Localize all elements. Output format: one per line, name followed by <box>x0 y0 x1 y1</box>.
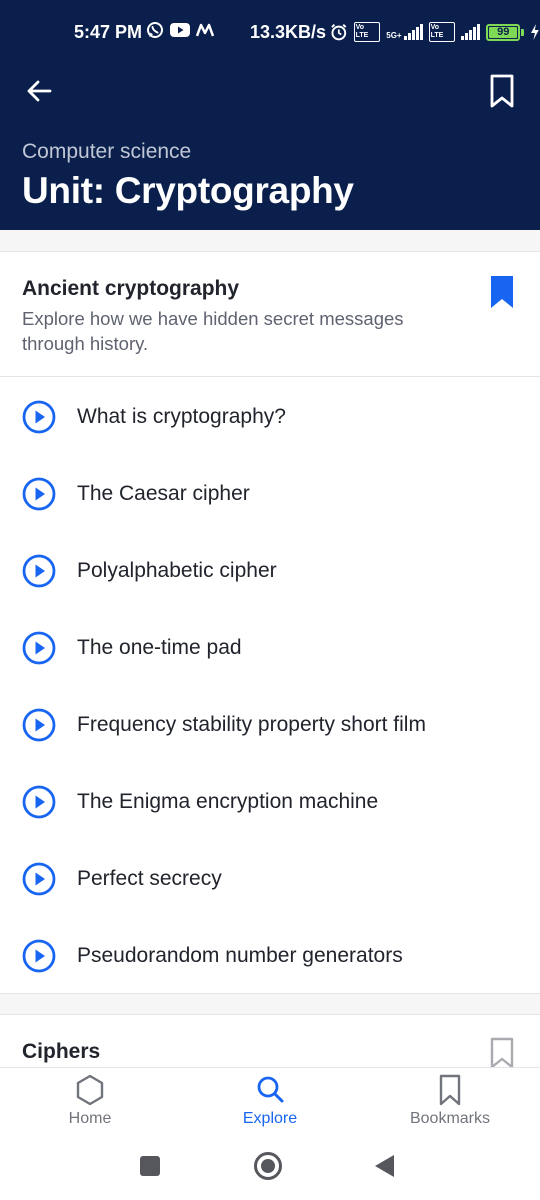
tab-bookmarks[interactable]: Bookmarks <box>360 1068 540 1136</box>
lesson-header: Ancient cryptography Explore how we have… <box>0 252 540 377</box>
alarm-icon <box>331 23 347 41</box>
play-circle-icon <box>22 785 56 818</box>
tab-label: Home <box>68 1110 112 1127</box>
charging-icon <box>531 24 540 40</box>
tab-explore[interactable]: Explore <box>180 1068 360 1136</box>
section-divider <box>0 993 540 1015</box>
lesson-item-label: The one-time pad <box>77 635 242 659</box>
play-circle-icon <box>22 862 56 895</box>
lesson-item[interactable]: Polyalphabetic cipher <box>0 532 540 609</box>
lesson-item[interactable]: The one-time pad <box>0 609 540 686</box>
status-bar: 5:47 PM 13.3KB/s Vo LTE 5G+ Vo LTE 99 <box>0 0 540 66</box>
status-time: 5:47 PM <box>74 22 143 42</box>
lesson-item-label: Pseudorandom number generators <box>77 943 403 967</box>
play-circle-icon <box>22 708 56 741</box>
lesson-item[interactable]: What is cryptography? <box>0 378 540 455</box>
play-circle-icon <box>22 939 56 972</box>
search-icon <box>257 1076 284 1103</box>
bookmark-filled-icon <box>491 276 513 308</box>
signal-bars <box>461 24 481 40</box>
youtube-icon <box>170 23 190 37</box>
page-title: Unit: Cryptography <box>22 170 354 211</box>
bottom-tab-bar: Home Explore Bookmarks <box>0 1067 540 1136</box>
lesson-title: Ancient cryptography <box>22 277 240 300</box>
network-speed: 13.3KB/s <box>250 22 327 42</box>
lesson-item[interactable]: Perfect secrecy <box>0 840 540 917</box>
bookmark-unit-button[interactable] <box>486 72 518 110</box>
section-divider <box>0 230 540 252</box>
bookmark-icon <box>439 1074 461 1106</box>
bookmark-outline-icon <box>490 1037 514 1069</box>
lesson-item[interactable]: The Caesar cipher <box>0 455 540 532</box>
play-circle-icon <box>22 631 56 664</box>
lesson-item-label: Perfect secrecy <box>77 866 222 890</box>
volte-badge: Vo LTE <box>353 22 381 42</box>
next-lesson-title: Ciphers <box>22 1040 101 1063</box>
recent-apps-button[interactable] <box>140 1156 160 1176</box>
home-button[interactable] <box>254 1152 282 1180</box>
system-navigation-bar <box>0 1136 540 1200</box>
volte-badge-2: Vo LTE <box>428 22 456 42</box>
lesson-item-label: The Enigma encryption machine <box>77 789 379 813</box>
tab-home[interactable]: Home <box>0 1068 180 1136</box>
next-lesson-bookmark-button[interactable] <box>489 1037 515 1069</box>
lesson-bookmark-button[interactable] <box>488 274 516 310</box>
lesson-item-label: Frequency stability property short film <box>77 712 426 736</box>
battery-indicator: 99 <box>486 23 525 41</box>
play-circle-icon <box>22 400 56 433</box>
lesson-items-list: What is cryptography? The Caesar cipher … <box>0 378 540 994</box>
m-icon <box>196 23 214 37</box>
battery-level: 99 <box>497 26 510 38</box>
lesson-item[interactable]: Pseudorandom number generators <box>0 917 540 994</box>
lesson-item[interactable]: Frequency stability property short film <box>0 686 540 763</box>
subject-label: Computer science <box>22 140 192 163</box>
arrow-left-icon <box>27 80 52 102</box>
lesson-item-label: The Caesar cipher <box>77 481 250 505</box>
signal-5g: 5G+ <box>386 24 423 40</box>
bookmark-outline-icon <box>490 74 514 108</box>
status-app-icons <box>146 21 214 39</box>
hexagon-icon <box>76 1074 104 1106</box>
back-button[interactable] <box>22 74 56 108</box>
unit-header: 5:47 PM 13.3KB/s Vo LTE 5G+ Vo LTE 99 Co… <box>0 0 540 230</box>
lesson-section: Ancient cryptography Explore how we have… <box>0 252 540 377</box>
lesson-item-label: What is cryptography? <box>77 404 286 428</box>
tab-label: Explore <box>242 1110 298 1127</box>
lesson-item-label: Polyalphabetic cipher <box>77 558 277 582</box>
status-system-icons: Vo LTE 5G+ Vo LTE 99 <box>330 22 540 42</box>
play-circle-icon <box>22 554 56 587</box>
whatsapp-icon <box>147 22 163 38</box>
lesson-item[interactable]: The Enigma encryption machine <box>0 763 540 840</box>
system-back-button[interactable] <box>375 1155 394 1177</box>
play-circle-icon <box>22 477 56 510</box>
tab-label: Bookmarks <box>409 1110 491 1127</box>
lesson-description: Explore how we have hidden secret messag… <box>22 308 404 354</box>
